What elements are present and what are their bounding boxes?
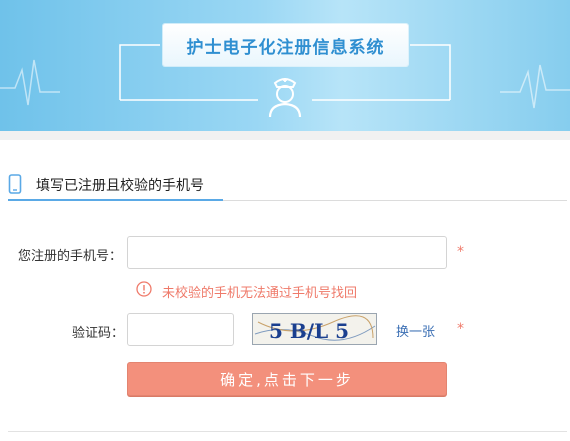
nurse-icon bbox=[268, 78, 302, 118]
captcha-required-mark: * bbox=[457, 321, 464, 337]
captcha-label: 验证码： bbox=[72, 326, 125, 341]
section-title-underline bbox=[8, 199, 223, 201]
form-card: 填写已注册且校验的手机号 您注册的手机号： * 未校验的手机无法通过手机号找回 … bbox=[0, 140, 570, 441]
warning-icon bbox=[136, 281, 152, 297]
mobile-phone-icon bbox=[8, 174, 22, 194]
section-header: 填写已注册且校验的手机号 bbox=[8, 170, 567, 201]
captcha-input[interactable] bbox=[127, 313, 234, 346]
page-title: 护士电子化注册信息系统 bbox=[186, 37, 385, 58]
warning-message: 未校验的手机无法通过手机号找回 bbox=[162, 286, 358, 301]
header-banner: 护士电子化注册信息系统 bbox=[0, 0, 570, 131]
refresh-captcha-link[interactable]: 换一张 bbox=[396, 321, 435, 340]
phone-input[interactable] bbox=[127, 236, 447, 269]
captcha-text: 5 B/L 5 bbox=[269, 319, 349, 343]
section-title: 填写已注册且校验的手机号 bbox=[36, 178, 204, 194]
phone-required-mark: * bbox=[457, 244, 464, 260]
phone-label: 您注册的手机号： bbox=[18, 249, 123, 264]
title-box: 护士电子化注册信息系统 bbox=[163, 24, 408, 66]
bottom-divider bbox=[8, 431, 567, 432]
captcha-image[interactable]: 5 B/L 5 bbox=[252, 313, 377, 345]
submit-button[interactable]: 确定,点击下一步 bbox=[127, 362, 447, 396]
